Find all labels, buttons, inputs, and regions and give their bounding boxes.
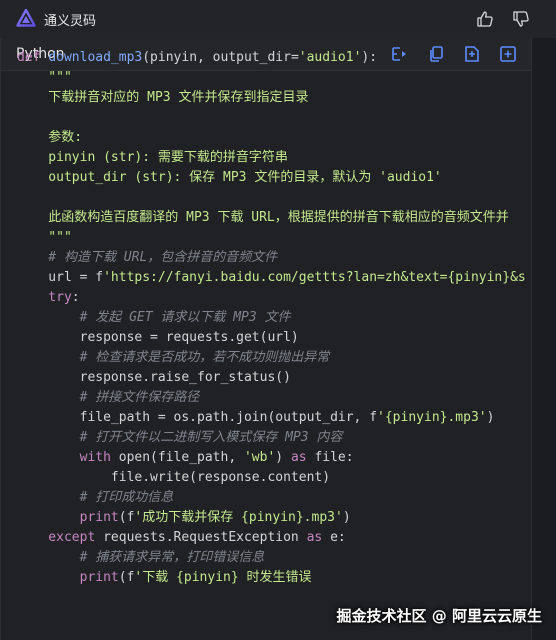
watermark: 掘金技术社区 @ 阿里云云原生 xyxy=(336,607,542,625)
code-token: 下载拼音对应的 MP3 文件并保存到指定目录 xyxy=(17,90,309,105)
thumbs-up-icon[interactable] xyxy=(476,10,494,28)
code-token: # 构造下载 URL，包含拼音的音频文件 xyxy=(17,250,278,265)
code-line: with open(file_path, 'wb') as file: xyxy=(17,448,556,468)
code-token: pinyin (str): 需要下载的拼音字符串 xyxy=(17,150,288,165)
code-line: # 打开文件以二进制写入模式保存 MP3 内容 xyxy=(17,428,556,448)
code-token: # 发起 GET 请求以下载 MP3 文件 xyxy=(17,310,291,325)
code-line: except requests.RequestException as e: xyxy=(17,528,556,548)
code-line: def download_mp3(pinyin, output_dir='aud… xyxy=(17,48,556,68)
code-token: print xyxy=(17,510,119,525)
code-line: 此函数构造百度翻译的 MP3 下载 URL，根据提供的拼音下载相应的音频文件并 xyxy=(17,208,556,228)
code-token: 'audio1' xyxy=(298,50,362,65)
code-line: # 打印成功信息 xyxy=(17,488,556,508)
code-token: 此函数构造百度翻译的 MP3 下载 URL，根据提供的拼音下载相应的音频文件并 xyxy=(17,210,509,225)
code-line: # 发起 GET 请求以下载 MP3 文件 xyxy=(17,308,556,328)
code-token: """ xyxy=(17,70,72,85)
app-title: 通义灵码 xyxy=(44,13,97,29)
code-line: 下载拼音对应的 MP3 文件并保存到指定目录 xyxy=(17,88,556,108)
code-token: url = f xyxy=(17,270,104,285)
code-token: def xyxy=(17,50,49,65)
code-token: (f xyxy=(118,570,135,585)
code-token: ) xyxy=(275,450,291,465)
code-token: print xyxy=(17,570,119,585)
code-line: try: xyxy=(17,288,556,308)
code-token: # 打印成功信息 xyxy=(17,490,174,505)
code-token: ) xyxy=(486,410,495,425)
code-token: ): xyxy=(361,50,378,65)
code-token: # 拼接文件保存路径 xyxy=(17,390,200,405)
code-token: open(file_path, xyxy=(118,450,244,465)
code-token: file_path = os.path.join(output_dir, f xyxy=(17,410,378,425)
code-token: with xyxy=(17,450,119,465)
code-content: def download_mp3(pinyin, output_dir='aud… xyxy=(17,48,556,588)
code-token: : xyxy=(71,290,80,305)
code-line: print(f'下载 {pinyin} 时发生错误 xyxy=(17,568,556,588)
code-line: print(f'成功下载并保存 {pinyin}.mp3') xyxy=(17,508,556,528)
code-token: '成功下载并保存 {pinyin}.mp3' xyxy=(134,510,343,525)
code-token: requests.RequestException xyxy=(103,530,307,545)
code-token: """ xyxy=(17,230,72,245)
code-line: # 构造下载 URL，包含拼音的音频文件 xyxy=(17,248,556,268)
code-token: download_mp3 xyxy=(48,50,143,65)
code-token: (f xyxy=(118,510,135,525)
code-token: as xyxy=(290,450,315,465)
code-line: """ xyxy=(17,228,556,248)
code-token: (pinyin, output_dir= xyxy=(142,50,299,65)
code-token: # 捕获请求异常，打印错误信息 xyxy=(17,550,265,565)
code-token: # 检查请求是否成功，若不成功则抛出异常 xyxy=(17,350,330,365)
code-token: e: xyxy=(330,530,346,545)
tongyi-logo-icon xyxy=(16,9,36,27)
code-line: pinyin (str): 需要下载的拼音字符串 xyxy=(17,148,556,168)
code-line: response = requests.get(url) xyxy=(17,328,556,348)
code-line: file.write(response.content) xyxy=(17,468,556,488)
code-token: as xyxy=(306,530,331,545)
code-token: ) xyxy=(342,510,351,525)
code-line: # 拼接文件保存路径 xyxy=(17,388,556,408)
thumbs-down-icon[interactable] xyxy=(512,10,530,28)
code-token: file.write(response.content) xyxy=(17,470,331,485)
code-line: # 捕获请求异常，打印错误信息 xyxy=(17,548,556,568)
code-token: 'wb' xyxy=(243,450,276,465)
code-token: 参数: xyxy=(17,130,83,145)
code-line: 参数: xyxy=(17,128,556,148)
top-bar: 通义灵码 xyxy=(0,0,556,38)
code-line: """ xyxy=(17,68,556,88)
code-token: response.raise_for_status() xyxy=(17,370,291,385)
code-line: response.raise_for_status() xyxy=(17,368,556,388)
code-token: 'https://fanyi.baidu.com/gettts?lan=zh&t… xyxy=(103,270,526,285)
code-line: output_dir (str): 保存 MP3 文件的目录，默认为 'audi… xyxy=(17,168,556,188)
code-line: # 检查请求是否成功，若不成功则抛出异常 xyxy=(17,348,556,368)
code-token: # 打开文件以二进制写入模式保存 MP3 内容 xyxy=(17,430,343,445)
code-token: response = requests.get(url) xyxy=(17,330,299,345)
code-line: url = f'https://fanyi.baidu.com/gettts?l… xyxy=(17,268,556,288)
code-line: file_path = os.path.join(output_dir, f'{… xyxy=(17,408,556,428)
code-token: except xyxy=(17,530,104,545)
code-token: try xyxy=(17,290,72,305)
code-token: file: xyxy=(314,450,354,465)
code-token: output_dir (str): 保存 MP3 文件的目录，默认为 'audi… xyxy=(17,170,442,185)
code-token: '{pinyin}.mp3' xyxy=(377,410,487,425)
code-token: '下载 {pinyin} 时发生错误 xyxy=(134,570,312,585)
